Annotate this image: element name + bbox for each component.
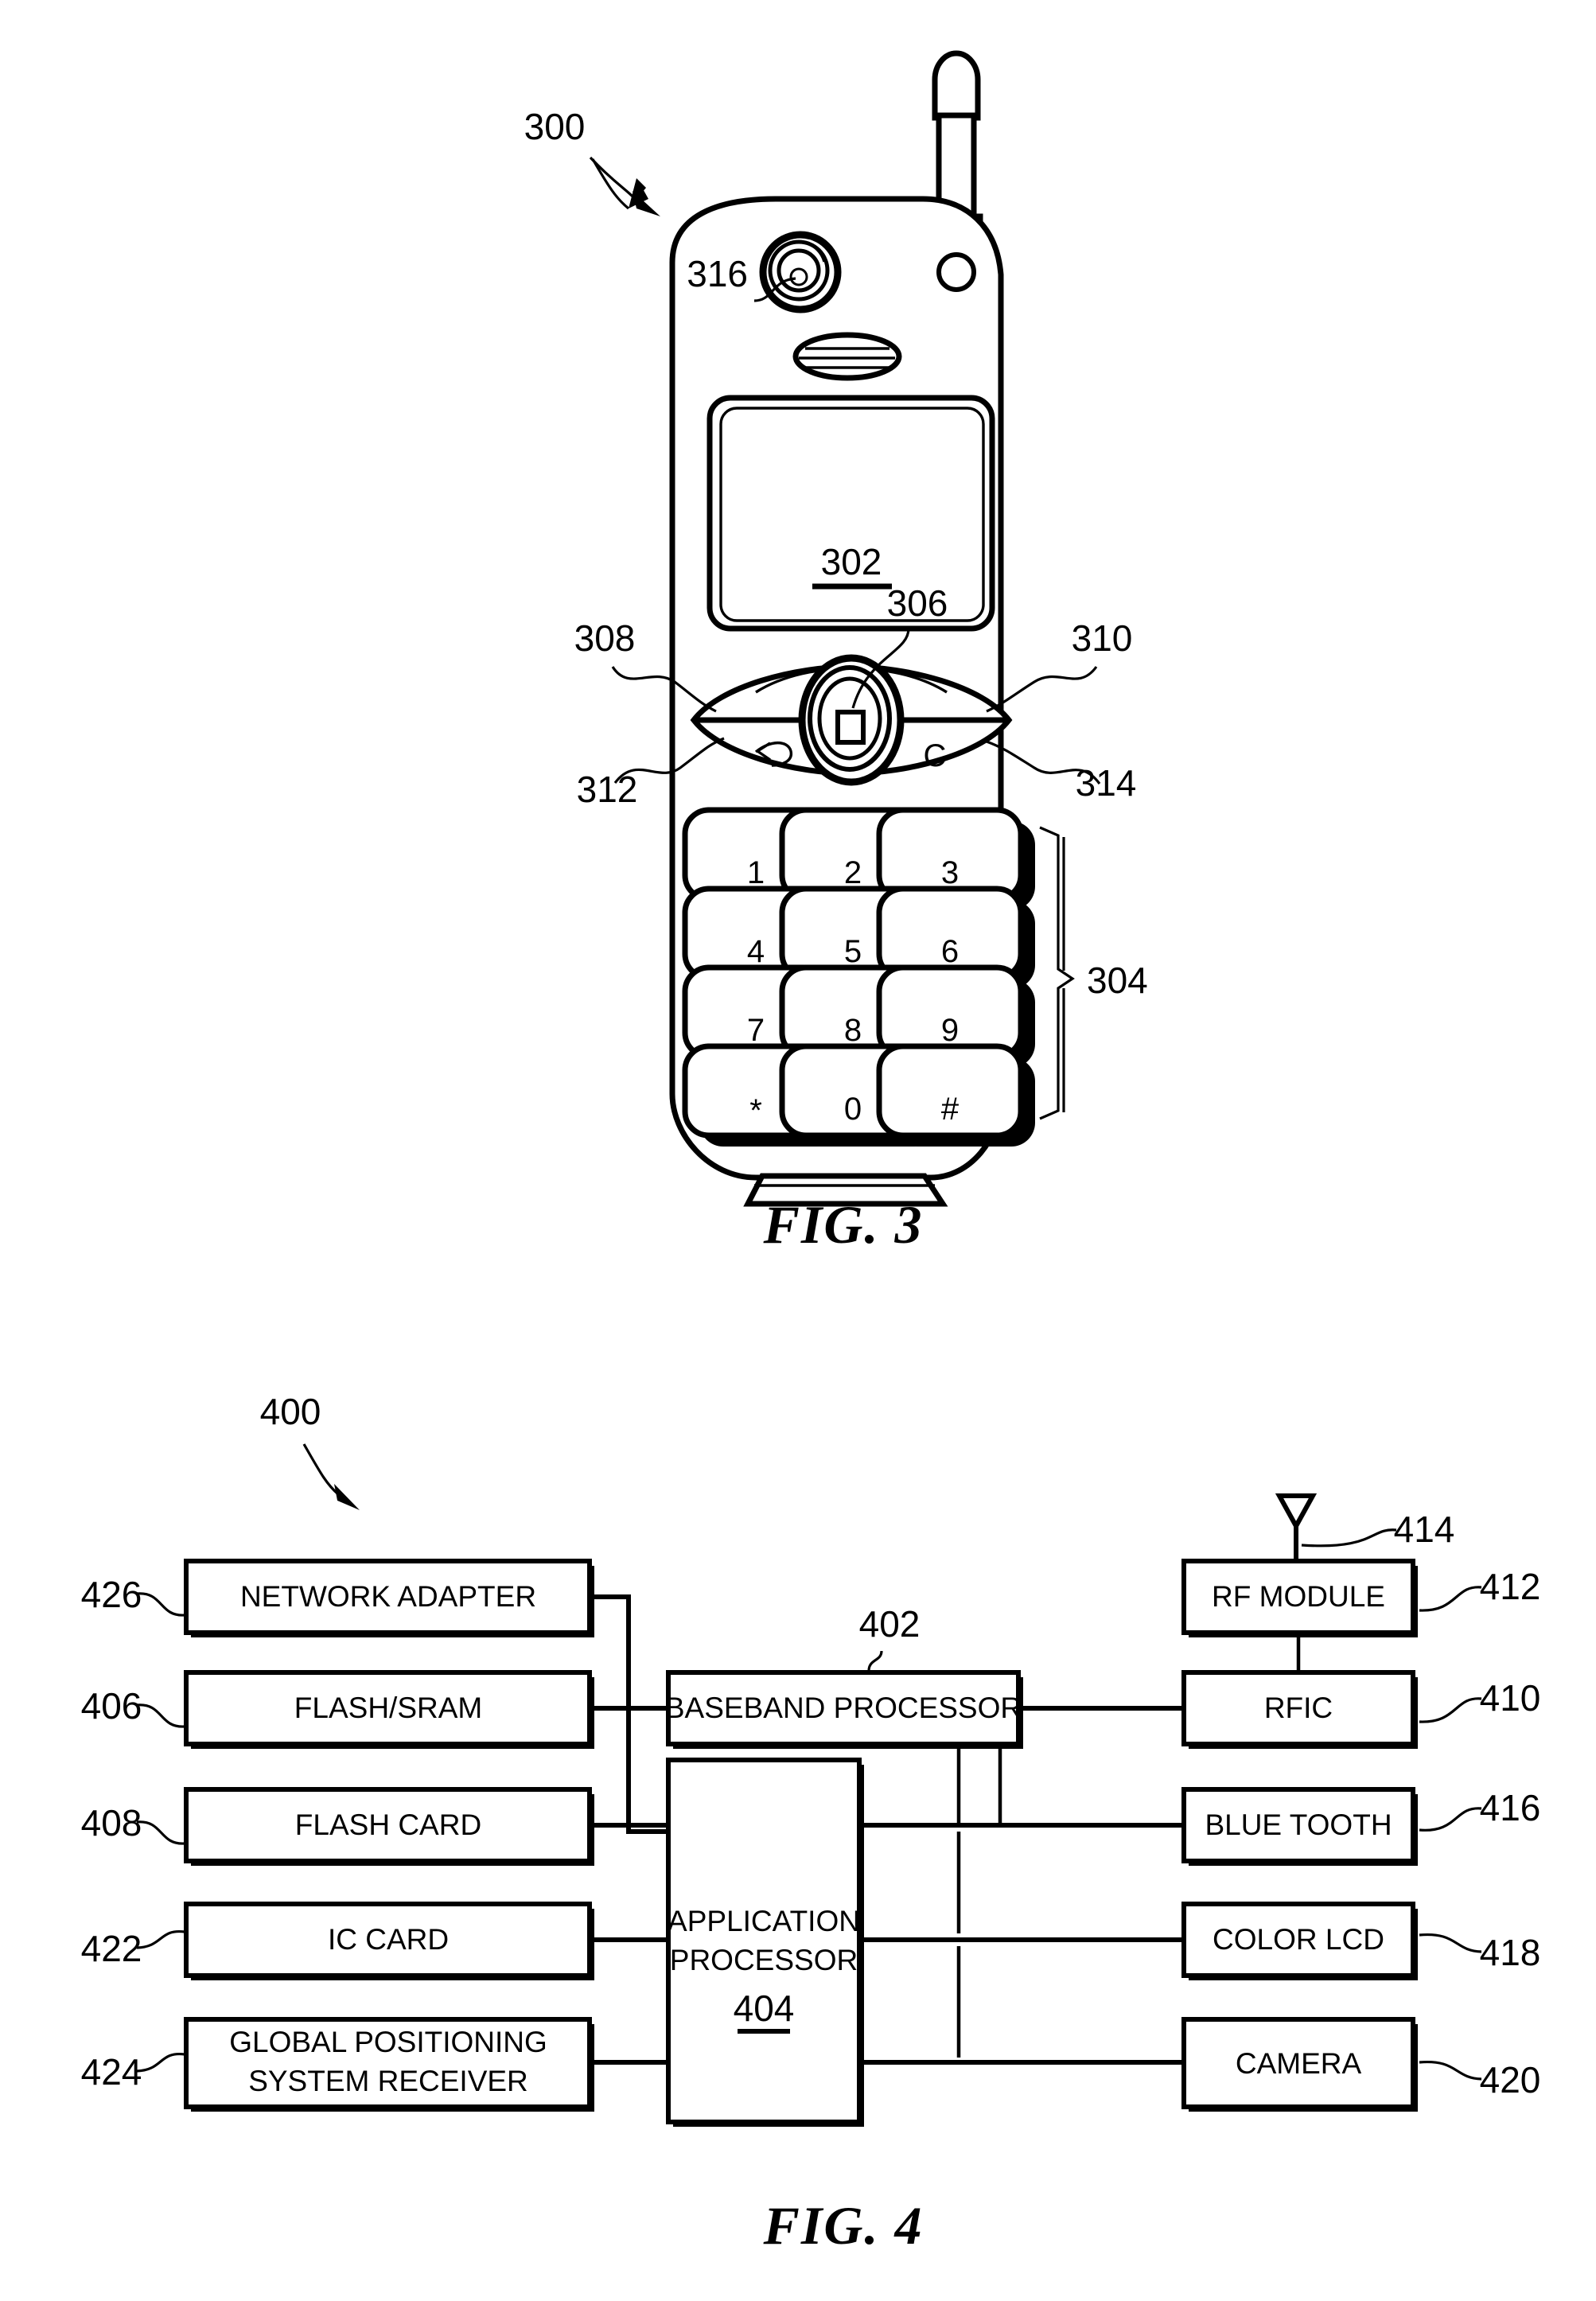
callout-300: 300 [524,106,660,216]
block-ic-card-label: IC CARD [328,1923,449,1956]
block-color-lcd[interactable]: COLOR LCD [1181,1902,1418,1980]
callout-310-label: 310 [1072,617,1133,659]
key-6[interactable]: 6 [941,934,959,969]
callout-406-label: 406 [81,1685,142,1727]
block-baseband-processor[interactable]: BASEBAND PROCESSOR [665,1670,1023,1749]
indicator-led-icon [936,252,976,292]
speaker-grille-icon [792,332,902,381]
key-0[interactable]: 0 [844,1092,862,1127]
callout-408-label: 408 [81,1802,142,1844]
block-network-adapter-label: NETWORK ADAPTER [240,1580,536,1613]
callout-410-label: 410 [1480,1677,1541,1719]
callout-422-label: 422 [81,1928,142,1969]
block-gps-receiver-label-line1: GLOBAL POSITIONING [229,2026,547,2058]
callout-304-label: 304 [1087,960,1148,1001]
key-hash[interactable]: # [941,1092,960,1127]
figure-4-caption: FIG. 4 [763,2195,924,2256]
callout-418: 418 [1419,1932,1540,1973]
key-9[interactable]: 9 [941,1013,959,1048]
callout-300-label: 300 [524,106,586,147]
callout-316-label: 316 [687,253,748,294]
block-flash-sram[interactable]: FLASH/SRAM [184,1670,594,1749]
callout-424: 424 [81,2051,185,2093]
callout-412-label: 412 [1480,1566,1541,1607]
callout-412: 412 [1419,1566,1541,1612]
block-application-processor[interactable]: APPLICATION PROCESSOR 404 [666,1758,864,2127]
block-flash-card-label: FLASH CARD [295,1808,481,1841]
block-network-adapter[interactable]: NETWORK ADAPTER [184,1559,594,1637]
block-gps-receiver[interactable]: GLOBAL POSITIONING SYSTEM RECEIVER [184,2017,594,2112]
block-rfic-label: RFIC [1264,1692,1333,1724]
clear-key-glyph[interactable]: C [924,738,947,773]
callout-400-label: 400 [260,1391,321,1432]
callout-410: 410 [1419,1677,1541,1723]
center-select-square-icon[interactable] [835,710,866,745]
callout-426-label: 426 [81,1574,142,1615]
display-ref-label: 302 [821,541,882,582]
block-application-processor-label-line1: APPLICATION [668,1905,860,1937]
callout-306-label: 306 [887,582,948,624]
block-gps-receiver-label-line2: SYSTEM RECEIVER [248,2065,528,2097]
block-application-processor-label-line2: PROCESSOR [670,1944,858,1976]
block-rf-module-label: RF MODULE [1212,1580,1385,1613]
callout-402-label: 402 [859,1603,921,1645]
keypad[interactable]: 1 2 3 4 5 6 7 8 9 * 0 # [682,807,1035,1147]
callout-400: 400 [260,1391,360,1510]
key-5[interactable]: 5 [844,934,862,969]
callout-312-label: 312 [577,769,638,810]
camera-lens-icon [759,231,842,313]
block-camera-label: CAMERA [1236,2047,1362,2080]
block-bluetooth[interactable]: BLUE TOOTH [1181,1787,1418,1866]
figure-3-and-4-canvas: 300 316 302 C 306 308 310 312 314 1 2 3 … [81,50,1541,2256]
key-star[interactable]: * [749,1093,762,1128]
block-rf-module[interactable]: RF MODULE [1181,1559,1418,1637]
callout-416-label: 416 [1480,1787,1541,1828]
callout-414: 414 [1301,1509,1455,1550]
keypad-row: * 0 # [682,1043,1035,1147]
key-3[interactable]: 3 [941,855,959,890]
callout-420-label: 420 [1480,2059,1541,2100]
callout-308-label: 308 [574,617,636,659]
callout-314: 314 [986,740,1137,804]
callout-406: 406 [81,1685,185,1728]
block-color-lcd-label: COLOR LCD [1213,1923,1384,1956]
key-1[interactable]: 1 [747,855,765,890]
block-camera[interactable]: CAMERA [1181,2017,1418,2112]
callout-408: 408 [81,1802,185,1845]
callout-420: 420 [1419,2059,1540,2100]
patent-drawing-sheet: 300 316 302 C 306 308 310 312 314 1 2 3 … [0,0,1596,2301]
key-4[interactable]: 4 [747,934,765,969]
block-baseband-processor-label: BASEBAND PROCESSOR [665,1692,1022,1724]
key-2[interactable]: 2 [844,855,862,890]
block-flash-sram-label: FLASH/SRAM [294,1692,482,1724]
display-screen: 302 [707,395,995,632]
block-rfic[interactable]: RFIC [1181,1670,1418,1749]
callout-424-label: 424 [81,2051,142,2093]
callout-416: 416 [1419,1787,1541,1832]
callout-402: 402 [859,1603,921,1672]
callout-310: 310 [986,617,1133,713]
callout-314-label: 314 [1076,762,1137,804]
figure-3-caption: FIG. 3 [763,1194,924,1255]
callout-418-label: 418 [1480,1932,1541,1973]
block-ic-card[interactable]: IC CARD [184,1902,594,1980]
callout-422: 422 [81,1928,185,1969]
callout-304: 304 [1039,826,1148,1120]
block-flash-card[interactable]: FLASH CARD [184,1787,594,1866]
key-8[interactable]: 8 [844,1013,862,1048]
key-7[interactable]: 7 [747,1013,765,1048]
block-application-processor-ref: 404 [734,1988,795,2029]
callout-414-label: 414 [1394,1509,1455,1550]
callout-426: 426 [81,1574,185,1617]
block-bluetooth-label: BLUE TOOTH [1205,1808,1392,1841]
